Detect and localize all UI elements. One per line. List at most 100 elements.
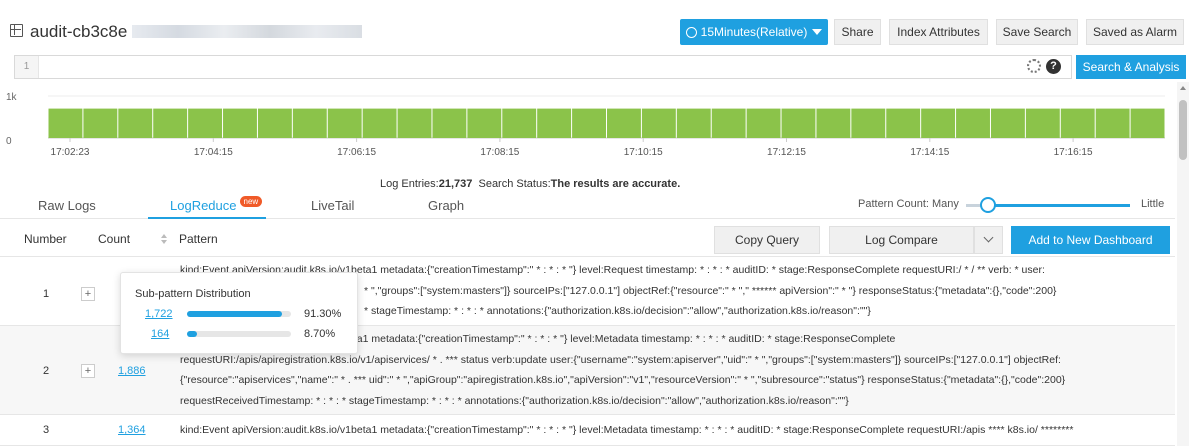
sub-pattern-bar-fill <box>187 331 197 337</box>
status-value: The results are accurate. <box>550 178 681 190</box>
histogram-chart: 1k 0 17:02:23 17:04:15 17:06:15 17:08:15 17:10… <box>6 92 1165 158</box>
clock-icon <box>685 26 697 38</box>
histogram-bar <box>816 108 851 138</box>
x-tick-label: 17:14:15 <box>910 147 949 158</box>
sub-pattern-count-link[interactable]: 164 <box>151 328 169 340</box>
status-label: Search Status: <box>478 178 551 190</box>
histogram-bar <box>746 108 781 138</box>
sort-icon[interactable] <box>160 234 168 245</box>
redacted-title-suffix <box>132 25 362 38</box>
expand-button[interactable]: + <box>81 364 95 378</box>
pattern-text: kind:Event apiVersion:audit.k8s.io/v1bet… <box>180 420 1170 441</box>
tab-logreduce-label: LogReduce <box>170 198 237 213</box>
histogram-bar <box>153 108 188 138</box>
popover-title: Sub-pattern Distribution <box>135 288 251 300</box>
x-tick-label: 17:06:15 <box>337 147 376 158</box>
query-input[interactable]: 1 <box>14 55 1072 79</box>
tab-logreduce[interactable]: LogReduce new <box>170 196 263 213</box>
time-range-button[interactable]: 15Minutes(Relative) <box>680 19 828 45</box>
caret-down-icon <box>812 29 823 35</box>
log-compare-button[interactable]: Log Compare <box>829 226 974 254</box>
gear-icon[interactable] <box>1027 59 1041 73</box>
new-badge: new <box>239 196 263 207</box>
scroll-up-icon[interactable] <box>1180 86 1186 90</box>
tab-livetail[interactable]: LiveTail <box>311 198 354 213</box>
expand-button[interactable]: + <box>81 287 95 301</box>
histogram-bar <box>676 108 711 138</box>
active-tab-indicator <box>148 217 266 219</box>
histogram-bar <box>432 108 467 138</box>
histogram-bar <box>641 108 676 138</box>
sub-pattern-popover: Sub-pattern Distribution 1,722 91.30% 16… <box>120 272 358 354</box>
histogram-bar <box>711 108 746 138</box>
histogram-bar <box>223 108 257 138</box>
sub-pattern-percent: 91.30% <box>304 308 342 320</box>
index-attributes-button[interactable]: Index Attributes <box>889 19 988 45</box>
logstore-icon <box>10 24 23 37</box>
x-tick-label: 17:12:15 <box>767 147 806 158</box>
tab-graph[interactable]: Graph <box>428 198 464 213</box>
histogram-bar <box>502 108 537 138</box>
time-range-label: 15Minutes(Relative) <box>700 25 808 39</box>
row-number: 2 <box>43 365 50 377</box>
row-count-link[interactable]: 1,886 <box>118 365 146 377</box>
sub-pattern-bar <box>187 331 291 337</box>
histogram-bar <box>1025 108 1060 138</box>
histogram-bar <box>1095 108 1130 138</box>
pattern-count-right-label: Little <box>1141 198 1165 210</box>
histogram-bar <box>851 108 886 138</box>
histogram-bar <box>607 108 641 138</box>
save-search-button[interactable]: Save Search <box>996 19 1078 45</box>
pattern-line: kind:Event apiVersion:audit.k8s.io/v1bet… <box>180 424 1074 436</box>
x-tick-label: 17:02:23 <box>51 147 90 158</box>
histogram-bar <box>362 108 397 138</box>
col-count[interactable]: Count <box>98 232 130 246</box>
log-compare-dropdown[interactable] <box>974 226 1003 254</box>
chevron-down-icon <box>983 232 994 243</box>
histogram-bar <box>781 108 816 138</box>
histogram-bar <box>990 108 1025 138</box>
sub-pattern-bar <box>187 311 291 317</box>
pattern-count-label: Pattern Count: Many <box>858 198 959 210</box>
histogram-bar <box>48 108 83 138</box>
histogram-bar <box>292 108 327 138</box>
x-tick-label: 17:16:15 <box>1054 147 1093 158</box>
search-analysis-button[interactable]: Search & Analysis <box>1076 55 1186 79</box>
logstore-title: audit-cb3c8e <box>30 22 128 41</box>
row-number: 3 <box>43 424 50 436</box>
entries-label: Log Entries: <box>380 178 439 190</box>
histogram-bar <box>257 108 292 138</box>
table-row: 3 1,364 kind:Event apiVersion:audit.k8s.… <box>0 415 1175 446</box>
histogram-bar <box>1060 108 1095 138</box>
share-button[interactable]: Share <box>834 19 881 45</box>
x-tick-label: 17:08:15 <box>480 147 519 158</box>
histogram-bar <box>1130 108 1165 138</box>
histogram-bar <box>188 108 223 138</box>
sub-pattern-percent: 8.70% <box>304 328 336 340</box>
copy-query-button[interactable]: Copy Query <box>714 226 820 254</box>
histogram-bar <box>956 108 990 138</box>
help-icon[interactable]: ? <box>1046 59 1061 74</box>
entries-value: 21,737 <box>438 178 473 190</box>
sub-pattern-bar-fill <box>187 311 282 317</box>
page-scrollbar[interactable] <box>1177 82 1189 446</box>
histogram-bar <box>83 108 118 138</box>
col-number: Number <box>24 232 67 246</box>
log-histogram: 1k 0 17:02:23 17:04:15 17:06:15 17:08:15 17:10… <box>0 85 1175 170</box>
save-alarm-button[interactable]: Saved as Alarm <box>1086 19 1184 45</box>
pattern-line: {"resource":"apiservices","name":" * . *… <box>180 374 1066 386</box>
pattern-line: requestReceivedTimestamp: * : * : * stag… <box>180 394 849 407</box>
x-tick-label: 17:04:15 <box>194 147 233 158</box>
query-line-number: 1 <box>15 56 39 78</box>
slider-handle[interactable] <box>980 197 996 213</box>
y-tick-label: 1k <box>6 92 18 103</box>
header: audit-cb3c8e 15Minutes(Relative) Share I… <box>0 0 1189 50</box>
scroll-thumb[interactable] <box>1179 100 1187 160</box>
histogram-bar <box>572 108 606 138</box>
row-count-link[interactable]: 1,364 <box>118 424 146 436</box>
search-status: Log Entries:21,737 Search Status:The res… <box>380 178 680 190</box>
histogram-bar <box>886 108 921 138</box>
sub-pattern-count-link[interactable]: 1,722 <box>145 308 173 320</box>
add-dashboard-button[interactable]: Add to New Dashboard <box>1011 226 1170 254</box>
tab-raw-logs[interactable]: Raw Logs <box>38 198 96 213</box>
